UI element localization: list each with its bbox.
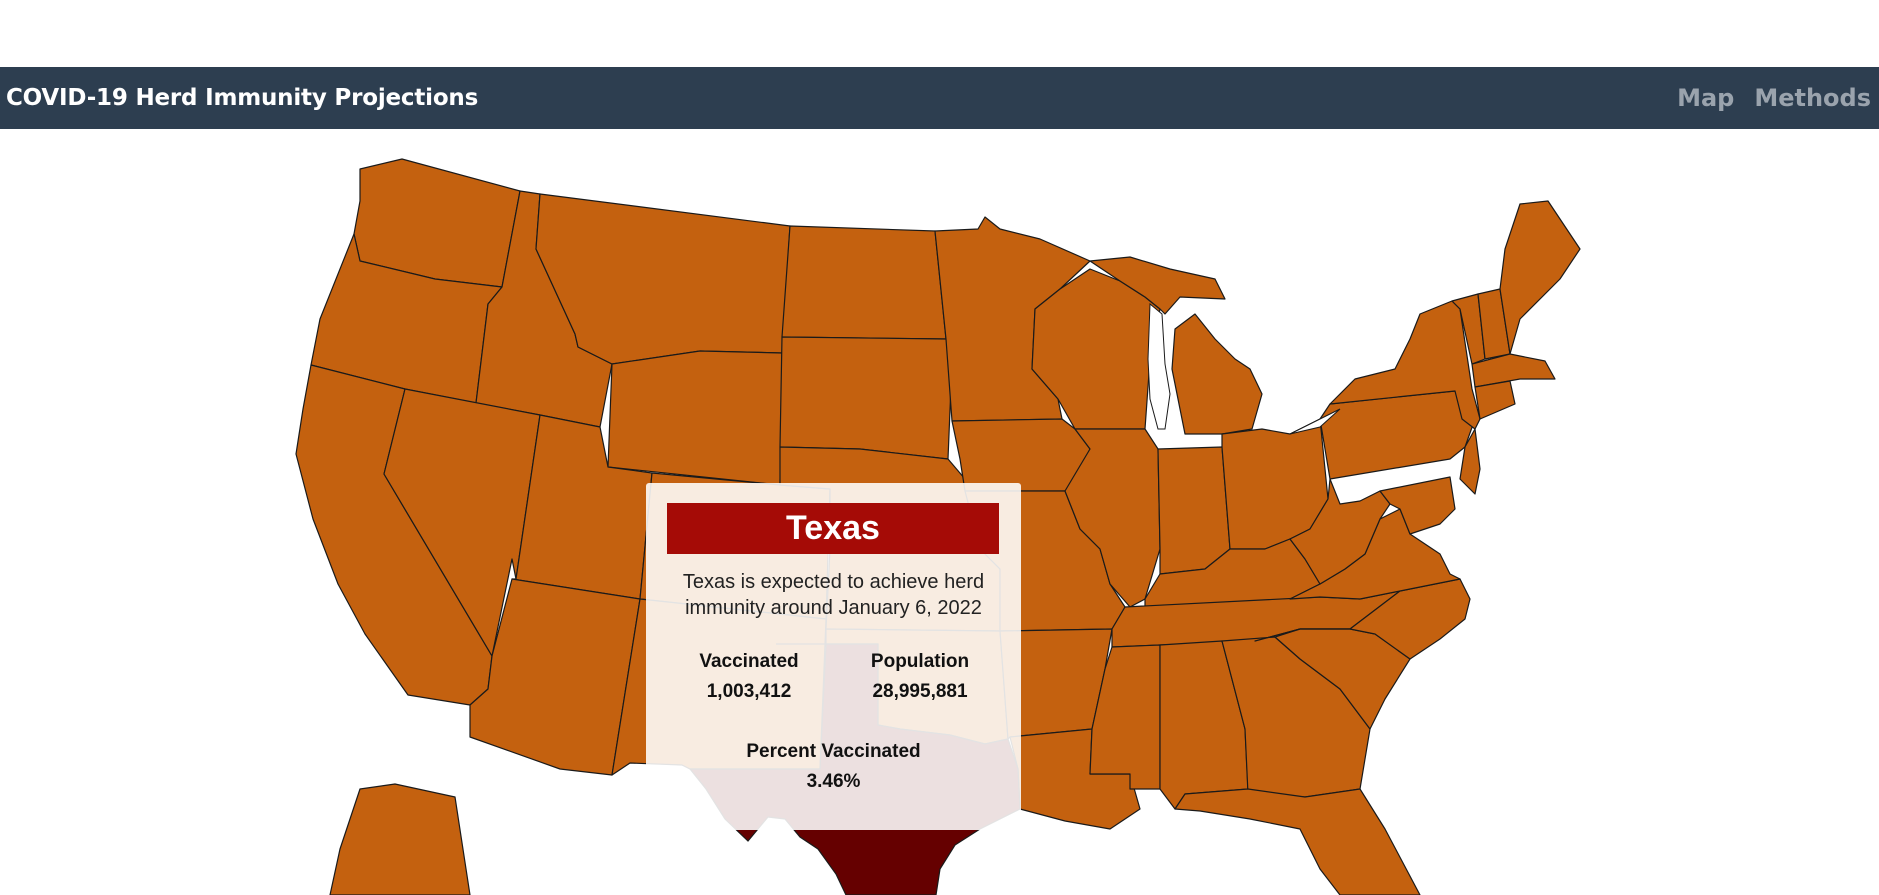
state-pennsylvania[interactable] xyxy=(1319,390,1476,480)
nav-link-methods[interactable]: Methods xyxy=(1754,84,1871,112)
state-iowa[interactable] xyxy=(951,418,1091,492)
tooltip-description-line-1: Texas is expected to achieve herd xyxy=(682,571,985,593)
population-value: 28,995,881 xyxy=(872,681,968,702)
state-south-dakota[interactable] xyxy=(779,336,953,460)
state-connecticut[interactable] xyxy=(1474,380,1516,420)
population-label: Population xyxy=(870,651,970,672)
nav-link-map[interactable]: Map xyxy=(1677,84,1734,112)
state-north-dakota[interactable] xyxy=(781,225,947,340)
state-indiana[interactable] xyxy=(1157,446,1231,575)
vaccinated-value: 1,003,412 xyxy=(706,681,792,702)
percent-vaccinated-value: 3.46% xyxy=(806,771,861,792)
top-navbar: COVID-19 Herd Immunity Projections Map M… xyxy=(0,67,1879,129)
state-wyoming[interactable] xyxy=(607,350,783,486)
us-map: Texas Texas is expected to achieve herd … xyxy=(0,129,1879,895)
percent-vaccinated-label: Percent Vaccinated xyxy=(746,741,921,762)
tooltip-description: Texas is expected to achieve herd immuni… xyxy=(666,569,1001,621)
lake-michigan xyxy=(1147,302,1171,430)
population-stat: Population 28,995,881 xyxy=(852,647,988,707)
tooltip-description-line-2: immunity around January 6, 2022 xyxy=(685,597,982,619)
app-title[interactable]: COVID-19 Herd Immunity Projections xyxy=(6,85,478,111)
state-tooltip: Texas Texas is expected to achieve herd … xyxy=(646,483,1021,830)
state-maine[interactable] xyxy=(1499,200,1581,355)
percent-vaccinated-stat: Percent Vaccinated 3.46% xyxy=(706,737,961,797)
state-alaska[interactable] xyxy=(329,783,471,895)
vaccinated-stat: Vaccinated 1,003,412 xyxy=(689,647,809,707)
tooltip-title: Texas xyxy=(667,503,999,554)
state-florida[interactable] xyxy=(1174,788,1421,895)
nav-links: Map Methods xyxy=(1677,84,1873,112)
vaccinated-label: Vaccinated xyxy=(699,651,799,672)
